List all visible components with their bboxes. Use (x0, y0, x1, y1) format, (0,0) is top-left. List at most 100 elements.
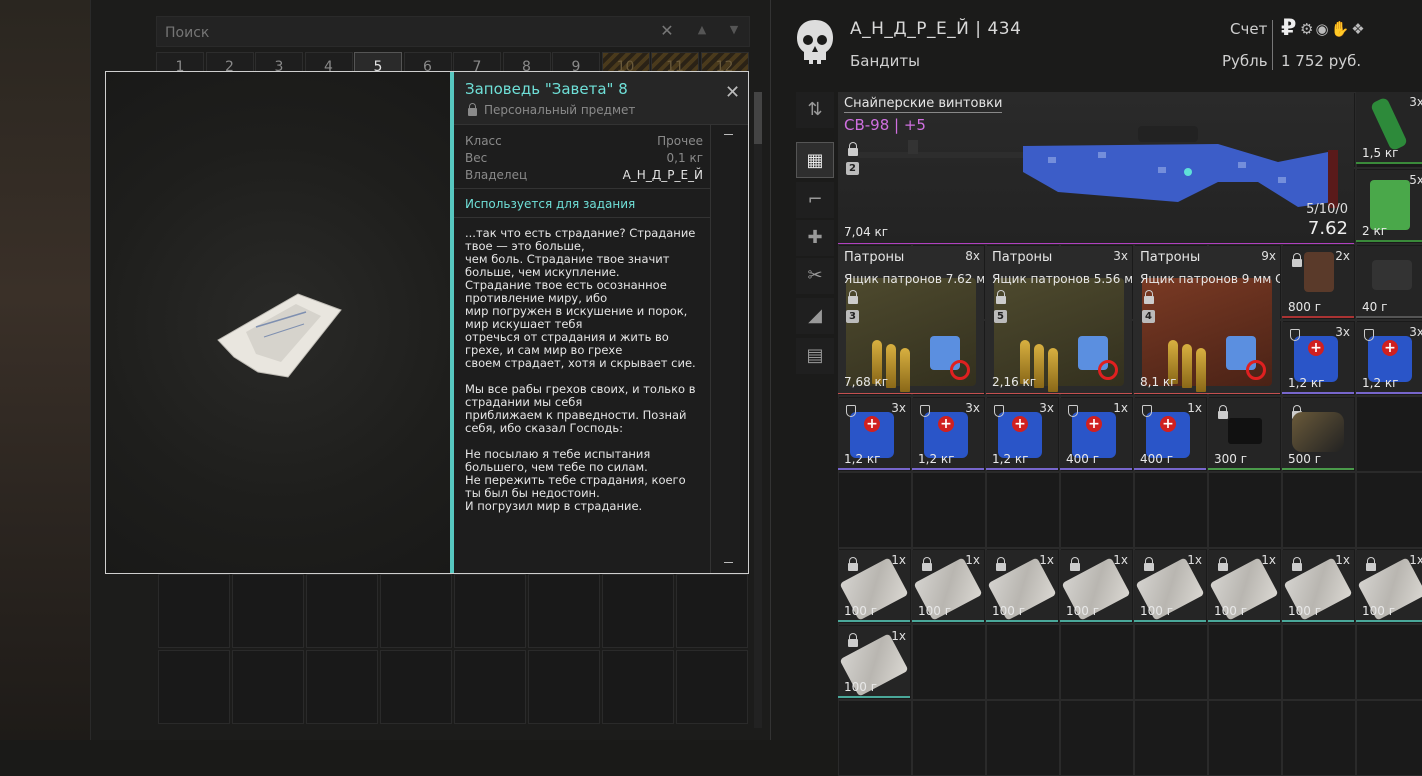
inventory-cell[interactable] (1356, 472, 1422, 548)
page-tab-8[interactable]: 8 (502, 52, 551, 75)
inventory-item[interactable]: 3x 1,2 кг (986, 398, 1058, 470)
tools-icon[interactable]: ✂ (796, 258, 834, 294)
search-input[interactable] (157, 17, 667, 48)
inventory-cell[interactable] (1060, 472, 1134, 548)
sugar-bag-item[interactable]: 1x 100 г (1134, 550, 1206, 622)
page-tab-11[interactable]: 11 (651, 52, 699, 75)
stash-cell[interactable] (676, 650, 748, 724)
inventory-cell[interactable] (1134, 700, 1208, 776)
sugar-bag-item[interactable]: 1x 100 г (1356, 550, 1422, 622)
sugar-bag-item[interactable]: 1x 100 г (838, 550, 910, 622)
item-weight: 7,68 кг (844, 375, 889, 389)
package-icon[interactable]: ❖ (1351, 20, 1366, 38)
sugar-bag-item[interactable]: 1x 100 г (912, 550, 984, 622)
stash-cell[interactable] (306, 574, 378, 648)
inventory-cell[interactable] (1282, 472, 1356, 548)
clear-search-icon[interactable]: ✕ (657, 21, 677, 41)
side-item[interactable]: 40 г (1356, 246, 1422, 318)
info-scrollbar[interactable] (718, 132, 738, 568)
stash-cell[interactable] (454, 574, 526, 648)
page-tab-6[interactable]: 6 (403, 52, 452, 75)
stash-cell[interactable] (306, 650, 378, 724)
inventory-cell[interactable] (1134, 472, 1208, 548)
rifle-icon[interactable]: ⌐ (796, 182, 834, 218)
inventory-cell[interactable] (1060, 700, 1134, 776)
inventory-item[interactable]: 500 г (1282, 398, 1354, 470)
sugar-bag-item[interactable]: 1x 100 г (1060, 550, 1132, 622)
side-item[interactable]: 3x 1,2 кг (1282, 322, 1354, 394)
inventory-cell[interactable] (1060, 624, 1134, 700)
side-item[interactable]: 3x 1,5 кг (1356, 92, 1422, 164)
close-icon[interactable]: ✕ (725, 82, 740, 103)
page-tab-5[interactable]: 5 (354, 52, 402, 75)
box-icon[interactable]: ▤ (796, 338, 834, 374)
inventory-cell[interactable] (1282, 700, 1356, 776)
stash-cell[interactable] (380, 650, 452, 724)
page-tab-7[interactable]: 7 (453, 52, 501, 75)
inventory-cell[interactable] (912, 624, 986, 700)
inventory-item[interactable]: 3x 1,2 кг (912, 398, 984, 470)
stash-cell[interactable] (602, 650, 674, 724)
arrow-down-icon[interactable]: ▼ (723, 23, 745, 41)
inventory-item[interactable]: 300 г (1208, 398, 1280, 470)
inventory-cell[interactable] (1356, 396, 1422, 472)
ammo-box-item[interactable]: Патроны 8x Ящик патронов 7.62 мм... 3 7,68 к… (838, 246, 984, 394)
crosshair-icon (950, 360, 970, 380)
ammo-box-item[interactable]: Патроны 3x Ящик патронов 5.56 мм... 5 2,16 к… (986, 246, 1132, 394)
stash-cell[interactable] (528, 574, 600, 648)
arrow-up-icon[interactable]: ▲ (691, 23, 713, 41)
sugar-bag-item[interactable]: 1x 100 г (838, 626, 910, 698)
page-tab-10[interactable]: 10 (601, 52, 650, 75)
grid-icon[interactable]: ▦ (796, 142, 834, 178)
inventory-cell[interactable] (838, 700, 912, 776)
inventory-cell[interactable] (1134, 624, 1208, 700)
inventory-cell[interactable] (1282, 624, 1356, 700)
inventory-cell[interactable] (1208, 472, 1282, 548)
sugar-bag-item[interactable]: 1x 100 г (1208, 550, 1280, 622)
sugar-bag-item[interactable]: 1x 100 г (986, 550, 1058, 622)
page-tab-12[interactable]: 12 (700, 52, 749, 75)
page-tab-4[interactable]: 4 (304, 52, 353, 75)
stash-scrollbar[interactable] (754, 92, 762, 728)
gear-icon[interactable]: ⚙ (1300, 20, 1315, 38)
rifle-item[interactable]: Снайперские винтовки СВ-98 | +5 2 7,04 к… (838, 92, 1354, 244)
medkit-icon[interactable]: ✚ (796, 220, 834, 256)
page-tab-3[interactable]: 3 (255, 52, 303, 75)
inventory-cell[interactable] (838, 472, 912, 548)
inventory-item[interactable]: 3x 1,2 кг (838, 398, 910, 470)
page-tab-2[interactable]: 2 (205, 52, 254, 75)
stash-cell[interactable] (232, 574, 304, 648)
side-item[interactable]: 3x 1,2 кг (1356, 322, 1422, 394)
side-item[interactable]: 2x 800 г (1282, 246, 1354, 318)
stash-cell[interactable] (602, 574, 674, 648)
side-item[interactable]: 5x 2 кг (1356, 170, 1422, 242)
hand-icon[interactable]: ✋ (1331, 20, 1352, 38)
item-count: 9x (1261, 249, 1276, 263)
inventory-cell[interactable] (912, 472, 986, 548)
stash-cell[interactable] (528, 650, 600, 724)
sort-icon[interactable]: ⇅ (796, 92, 834, 128)
stash-cell[interactable] (232, 650, 304, 724)
inventory-cell[interactable] (1208, 624, 1282, 700)
sugar-bag-item[interactable]: 1x 100 г (1282, 550, 1354, 622)
inventory-cell[interactable] (1356, 624, 1422, 700)
artifact-icon[interactable]: ◢ (796, 298, 834, 334)
compass-icon[interactable]: ◉ (1315, 20, 1330, 38)
ammo-box-item[interactable]: Патроны 9x Ящик патронов 9 мм СБ... 4 8,1 кг (1134, 246, 1280, 394)
item-title: Заповедь "Завета" 8 (465, 80, 628, 98)
page-tab-9[interactable]: 9 (552, 52, 600, 75)
stash-cell[interactable] (676, 574, 748, 648)
inventory-item[interactable]: 1x 400 г (1134, 398, 1206, 470)
stash-cell[interactable] (454, 650, 526, 724)
inventory-cell[interactable] (912, 700, 986, 776)
inventory-cell[interactable] (986, 472, 1060, 548)
stash-cell[interactable] (158, 574, 230, 648)
inventory-cell[interactable] (986, 700, 1060, 776)
inventory-cell[interactable] (986, 624, 1060, 700)
stash-cell[interactable] (158, 650, 230, 724)
inventory-item[interactable]: 1x 400 г (1060, 398, 1132, 470)
inventory-cell[interactable] (1208, 700, 1282, 776)
page-tab-1[interactable]: 1 (156, 52, 204, 75)
stash-cell[interactable] (380, 574, 452, 648)
inventory-cell[interactable] (1356, 700, 1422, 776)
